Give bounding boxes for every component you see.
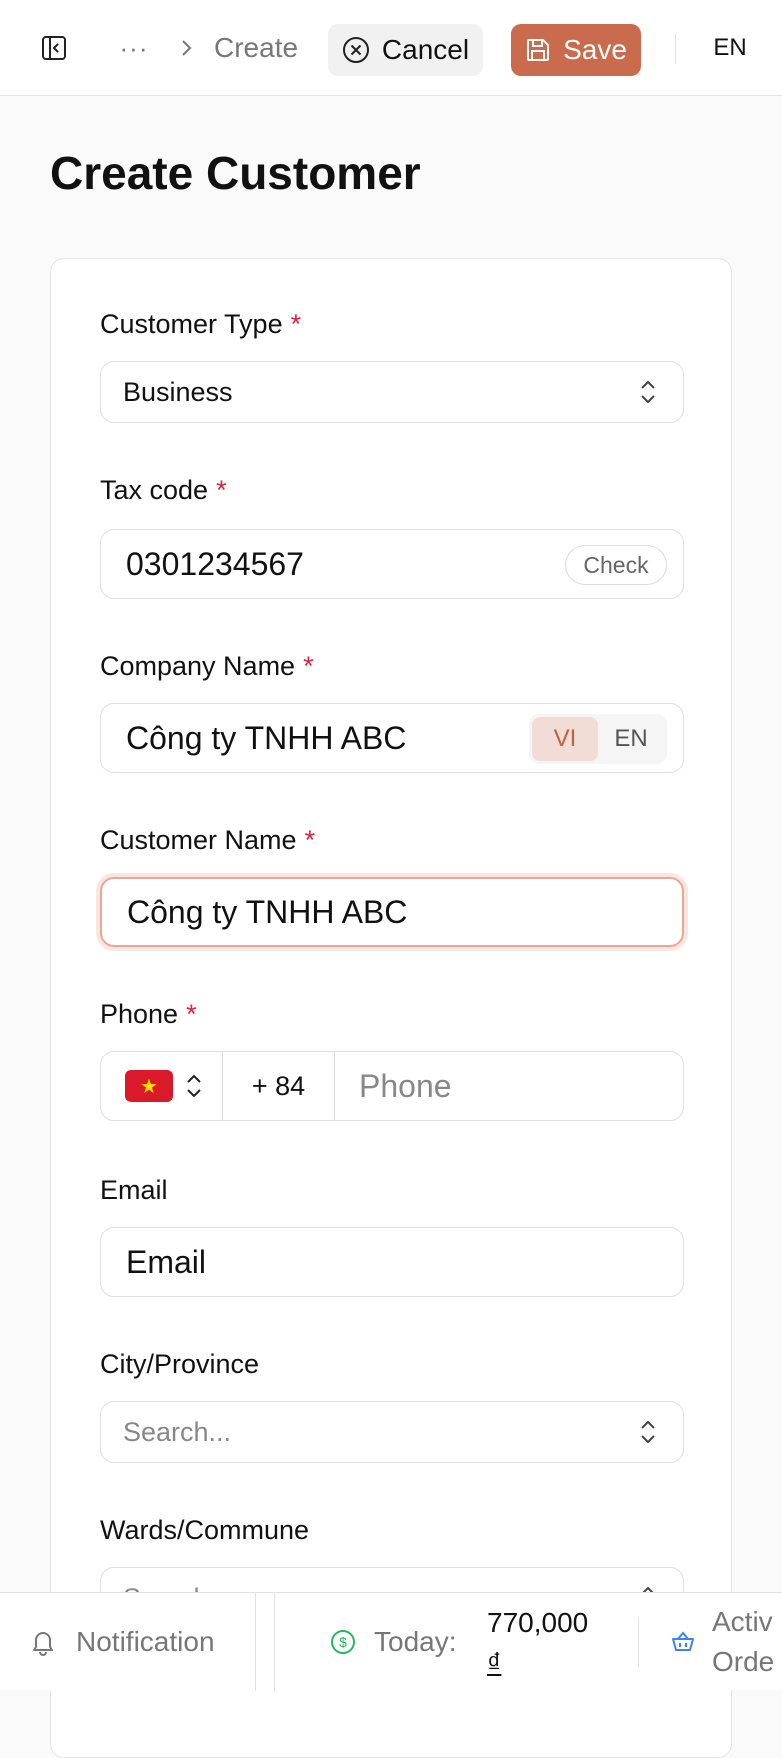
lang-option-en[interactable]: EN [598, 717, 664, 761]
active-orders-line2: Orde [712, 1646, 775, 1677]
currency-symbol: ₫ [487, 1647, 502, 1678]
company-name-input[interactable]: Công ty TNHH ABC VI EN [100, 703, 684, 773]
money-icon: $ [331, 1630, 355, 1654]
vietnam-flag-icon: ★ [125, 1070, 173, 1102]
customer-name-label-text: Customer Name [100, 825, 297, 855]
basket-icon [672, 1631, 694, 1651]
bottom-status-bar: Notification $ Today: 770,000 ₫ Activ Or… [0, 1592, 782, 1691]
tax-code-value: 0301234567 [126, 545, 304, 582]
close-circle-icon [342, 37, 369, 63]
language-switcher[interactable]: EN [700, 30, 760, 66]
company-name-label: Company Name * [100, 651, 314, 682]
required-marker: * [290, 309, 302, 339]
breadcrumb-more[interactable]: ··· [118, 30, 150, 66]
chevron-up-down-icon [641, 1420, 655, 1444]
tax-code-label-text: Tax code [100, 475, 209, 505]
customer-type-select[interactable]: Business [100, 361, 684, 423]
customer-type-label: Customer Type * [100, 309, 301, 340]
customer-name-input[interactable]: Công ty TNHH ABC [100, 877, 684, 947]
lang-option-vi[interactable]: VI [532, 717, 598, 761]
required-marker: * [304, 825, 316, 855]
divider [675, 34, 676, 64]
customer-type-value: Business [123, 376, 233, 407]
email-label: Email [100, 1175, 168, 1205]
company-name-language-toggle: VI EN [529, 714, 667, 764]
save-button[interactable]: Save [511, 24, 641, 76]
chevron-right-icon [176, 30, 196, 66]
check-tax-code-button[interactable]: Check [565, 545, 667, 585]
svg-text:$: $ [339, 1634, 347, 1650]
phone-label-text: Phone [100, 999, 179, 1029]
company-name-value: Công ty TNHH ABC [126, 719, 407, 756]
wards-label: Wards/Commune [100, 1515, 310, 1545]
sidebar-toggle-icon[interactable] [36, 30, 72, 66]
cancel-label: Cancel [381, 34, 470, 65]
phone-label: Phone * [100, 999, 197, 1030]
customer-form-card: Customer Type * Business Tax code * 030123… [50, 258, 732, 1758]
tax-code-label: Tax code * [100, 475, 227, 506]
active-orders-line1: Activ [712, 1606, 773, 1637]
country-select[interactable]: ★ [101, 1052, 223, 1120]
bell-icon [33, 1632, 53, 1656]
required-marker: * [216, 475, 227, 505]
required-marker: * [186, 999, 197, 1029]
breadcrumb-current: Create [214, 32, 299, 63]
cancel-button[interactable]: Cancel [328, 24, 483, 76]
divider [274, 1593, 275, 1691]
save-label: Save [563, 34, 627, 65]
company-name-label-text: Company Name [100, 651, 296, 681]
city-select[interactable]: Search... [100, 1401, 684, 1463]
divider [638, 1617, 639, 1667]
phone-country-code: + 84 [223, 1052, 335, 1120]
active-orders-button[interactable]: Activ Orde [670, 1593, 774, 1691]
customer-name-label: Customer Name * [100, 825, 315, 856]
today-amount: 770,000 ₫ [487, 1603, 617, 1683]
notification-label: Notification [76, 1626, 215, 1657]
phone-input[interactable]: Phone [359, 1052, 452, 1120]
email-input[interactable]: Email [100, 1227, 684, 1297]
city-label: City/Province [100, 1349, 260, 1379]
today-label: Today: [374, 1626, 457, 1657]
phone-field: ★ + 84 Phone [100, 1051, 684, 1121]
city-placeholder: Search... [123, 1416, 232, 1447]
today-amount-value: 770,000 [487, 1607, 589, 1638]
top-bar: ··· Create Cancel Save EN [0, 0, 782, 96]
chevron-up-down-icon [187, 1074, 201, 1098]
notification-button[interactable]: Notification [0, 1593, 256, 1691]
today-revenue: $ Today: [330, 1593, 457, 1691]
chevron-up-down-icon [641, 380, 655, 404]
customer-name-value: Công ty TNHH ABC [127, 893, 408, 930]
save-icon [527, 39, 550, 61]
page-title: Create Customer [50, 147, 421, 199]
required-marker: * [303, 651, 314, 681]
tax-code-input[interactable]: 0301234567 Check [100, 529, 684, 599]
customer-type-label-text: Customer Type [100, 309, 283, 339]
email-placeholder: Email [126, 1243, 207, 1280]
